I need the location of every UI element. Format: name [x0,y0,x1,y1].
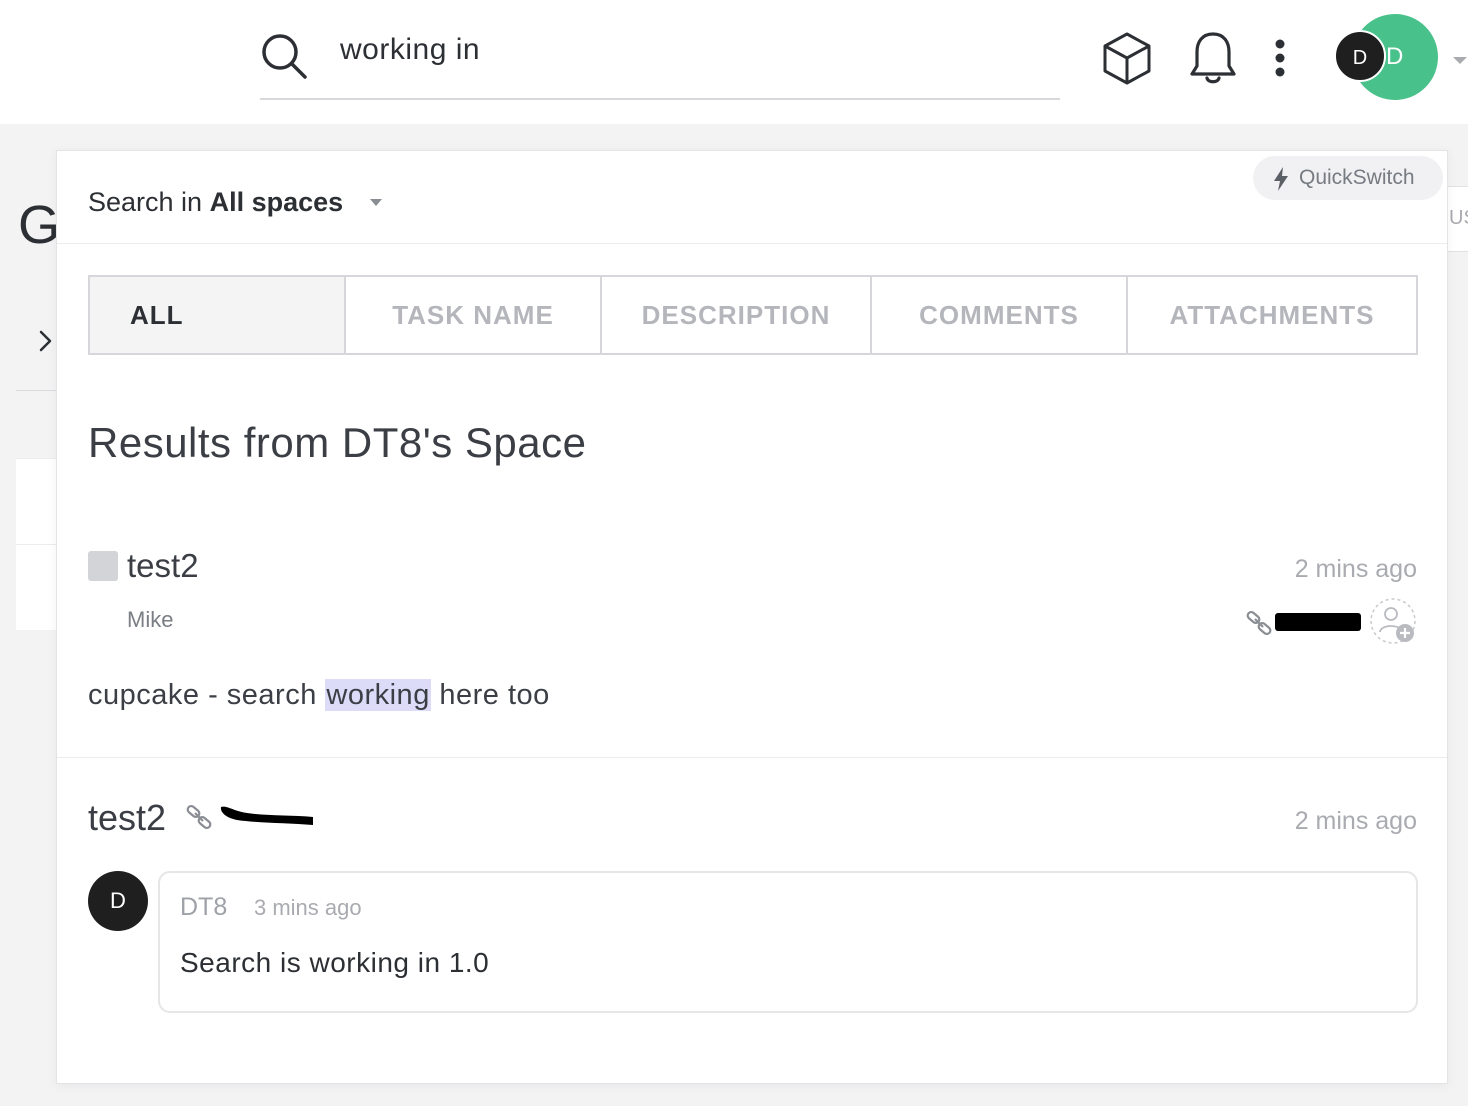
more-options-icon[interactable] [1262,28,1298,88]
result-timestamp: 2 mins ago [1294,807,1417,835]
chevron-right-icon[interactable] [36,326,56,356]
search-bar [260,22,1060,100]
tab-all[interactable]: ALL [90,277,346,353]
result-task-title[interactable]: test2 [88,797,166,839]
quickswitch-button[interactable]: QuickSwitch [1253,156,1443,200]
tab-comments[interactable]: COMMENTS [872,277,1128,353]
cube-icon[interactable] [1100,28,1154,88]
result-divider [57,757,1447,758]
result-list-name: Mike [127,607,174,632]
panel-divider [57,243,1447,244]
search-input[interactable] [340,26,1040,74]
results-heading: Results from DT8's Space [88,419,587,466]
snippet-highlight: working [325,679,431,711]
result-task-title[interactable]: test2 [127,547,199,585]
tab-task-name[interactable]: TASK NAME [346,277,602,353]
search-scope-selector[interactable]: Search in All spaces [88,187,343,218]
workspace-avatar-initial: D [1386,43,1404,70]
tab-attachments[interactable]: ATTACHMENTS [1128,277,1416,353]
top-bar: D D [0,0,1468,124]
caret-down-icon[interactable] [1452,54,1468,66]
background-divider [16,390,60,391]
search-filter-tabs: ALL TASK NAME DESCRIPTION COMMENTS ATTAC… [88,275,1418,355]
link-icon[interactable] [185,803,213,831]
background-divider [16,544,60,545]
comment-card[interactable]: DT8 3 mins ago Search is working in 1.0 [158,871,1418,1013]
search-icon[interactable] [260,32,308,80]
caret-down-icon[interactable] [369,197,383,207]
snippet-text-before: cupcake - search [88,679,326,711]
quickswitch-label: QuickSwitch [1299,166,1415,189]
search-scope-prefix: Search in [88,187,210,217]
result-timestamp: 2 mins ago [1294,555,1417,583]
task-status-checkbox[interactable] [88,551,118,581]
comment-timestamp: 3 mins ago [254,895,362,920]
tab-description[interactable]: DESCRIPTION [602,277,872,353]
redacted-task-id [1275,613,1361,631]
bell-icon[interactable] [1186,28,1240,88]
result-snippet: cupcake - search working here too [88,679,550,712]
background-page-title: G [18,195,61,255]
add-assignee-icon[interactable] [1369,597,1417,645]
comment-text: Search is working in 1.0 [180,947,490,978]
user-avatar[interactable]: D [1334,30,1386,82]
search-scope-value: All spaces [209,187,344,217]
link-icon[interactable] [1245,609,1273,637]
comment-author: DT8 [180,893,228,921]
comment-author-avatar: D [88,871,148,931]
snippet-text-after: here too [430,679,550,711]
lightning-bolt-icon [1274,167,1288,191]
redacted-task-id [220,806,313,825]
background-right-tab: US [1446,186,1468,252]
search-results-panel: QuickSwitch Search in All spaces ALL TAS… [56,150,1448,1084]
